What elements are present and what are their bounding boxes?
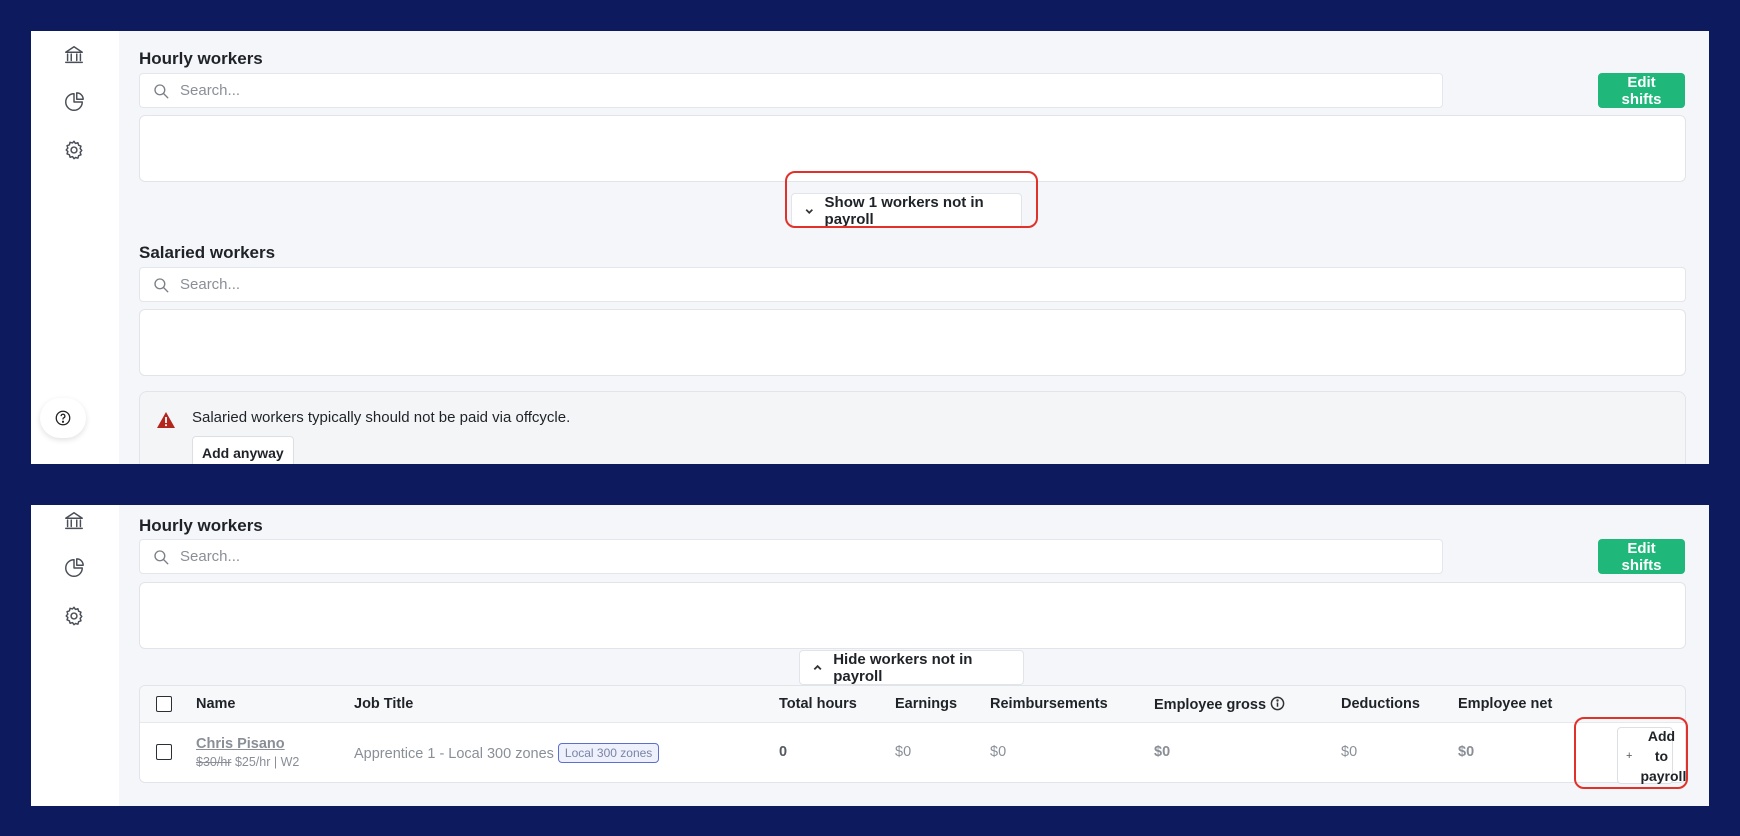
employee-gross-cell: $0: [1154, 744, 1171, 760]
sidebar: [31, 505, 119, 806]
hourly-search[interactable]: [139, 73, 1443, 108]
toggle-label: Show 1 workers not in payroll: [824, 193, 984, 228]
earnings-cell: $0: [895, 744, 912, 760]
hide-workers-not-in-payroll-button[interactable]: Hide workers not in payroll: [799, 650, 1024, 685]
header-deductions: Deductions: [1341, 696, 1420, 712]
bank-icon[interactable]: [62, 43, 86, 67]
warning-icon: [157, 412, 175, 428]
pie-chart-icon[interactable]: [62, 90, 86, 114]
table-header: Name Job Title Total hours Earnings Reim…: [140, 686, 1685, 723]
hourly-search-input[interactable]: [180, 82, 1341, 99]
gear-icon[interactable]: [62, 604, 86, 628]
hourly-workers-title: Hourly workers: [139, 49, 263, 68]
row-checkbox[interactable]: [156, 744, 172, 760]
help-button[interactable]: [40, 398, 86, 438]
sidebar: [31, 31, 119, 464]
header-total-hours: Total hours: [779, 696, 857, 712]
hourly-search-input[interactable]: [180, 548, 1341, 565]
chevron-up-icon: [813, 664, 822, 670]
worker-name-link[interactable]: Chris Pisano: [196, 736, 285, 752]
gear-icon[interactable]: [62, 138, 86, 162]
salaried-search-input[interactable]: [180, 276, 1560, 293]
show-workers-not-in-payroll-button[interactable]: Show 1 workers not in payroll: [791, 193, 1022, 228]
search-icon: [154, 277, 169, 292]
bank-icon[interactable]: [62, 509, 86, 533]
header-earnings: Earnings: [895, 696, 958, 712]
add-anyway-button[interactable]: Add anyway: [192, 436, 294, 464]
header-employee-gross-label: Employee gross: [1154, 697, 1267, 713]
bottom-panel: Hourly workers Edit shifts Hide workers …: [31, 505, 1709, 806]
header-name: Name: [196, 696, 236, 712]
job-title: Apprentice 1 - Local 300 zones: [354, 746, 554, 762]
plus-icon: +: [1626, 749, 1633, 762]
table-row: Chris Pisano $30/hr $25/hr | W2 Apprenti…: [140, 723, 1686, 784]
edit-shifts-button[interactable]: Edit shifts: [1598, 73, 1685, 108]
salaried-warning: Salaried workers typically should not be…: [139, 391, 1686, 464]
edit-shifts-button[interactable]: Edit shifts: [1598, 539, 1685, 574]
toggle-label: Hide workers not in payroll: [833, 650, 973, 685]
pie-chart-icon[interactable]: [62, 556, 86, 580]
chevron-down-icon: [805, 208, 813, 214]
select-all-checkbox[interactable]: [156, 696, 172, 712]
header-job-title: Job Title: [354, 696, 414, 712]
top-panel: Hourly workers Edit shifts Show 1 worker…: [31, 31, 1709, 464]
header-reimbursements: Reimbursements: [990, 696, 1108, 712]
rate-info: $25/hr | W2: [234, 755, 300, 769]
hourly-search[interactable]: [139, 539, 1443, 574]
job-title-cell: Apprentice 1 - Local 300 zones Local 300 …: [354, 743, 660, 763]
search-icon: [154, 83, 169, 98]
employee-net-cell: $0: [1458, 744, 1475, 760]
warning-text: Salaried workers typically should not be…: [192, 409, 571, 426]
workers-not-in-payroll-table: Name Job Title Total hours Earnings Reim…: [139, 685, 1686, 784]
search-icon: [154, 549, 169, 564]
deductions-cell: $0: [1341, 744, 1358, 760]
info-icon[interactable]: [1270, 696, 1285, 711]
job-tag: Local 300 zones: [557, 743, 660, 763]
help-icon: [55, 410, 71, 426]
old-rate: $30/hr: [196, 755, 232, 769]
hourly-workers-list: [139, 582, 1686, 649]
salaried-workers-list: [139, 309, 1686, 376]
hourly-workers-list: [139, 115, 1686, 182]
add-to-payroll-label: Add to payroll: [1640, 727, 1687, 784]
salaried-search[interactable]: [139, 267, 1686, 302]
hourly-workers-title: Hourly workers: [139, 516, 263, 535]
worker-rate: $30/hr $25/hr | W2: [196, 755, 299, 769]
header-employee-net: Employee net: [1458, 696, 1553, 712]
header-employee-gross: Employee gross: [1154, 696, 1285, 713]
salaried-workers-title: Salaried workers: [139, 243, 276, 262]
reimbursements-cell: $0: [990, 744, 1007, 760]
total-hours-cell: 0: [779, 744, 788, 760]
add-to-payroll-button[interactable]: + Add to payroll: [1617, 727, 1686, 784]
